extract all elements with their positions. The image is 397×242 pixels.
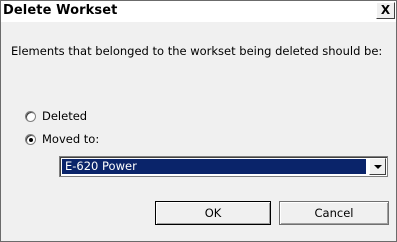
dialog-message: Elements that belonged to the workset be… <box>11 44 383 58</box>
radio-label-moved-to[interactable]: Moved to: <box>42 132 99 146</box>
workset-dropdown[interactable]: E-620 Power <box>59 156 388 177</box>
radio-button-deleted[interactable] <box>25 111 36 122</box>
workset-dropdown-value[interactable]: E-620 Power <box>62 159 366 174</box>
delete-workset-dialog: Delete Workset X Elements that belonged … <box>0 0 397 242</box>
close-icon: X <box>380 3 391 17</box>
close-button[interactable]: X <box>376 2 395 19</box>
radio-button-moved-to[interactable] <box>25 134 36 145</box>
chevron-down-icon[interactable] <box>369 158 386 175</box>
ok-button[interactable]: OK <box>155 201 271 225</box>
radio-label-deleted[interactable]: Deleted <box>42 109 87 123</box>
dialog-title: Delete Workset <box>3 3 118 18</box>
cancel-button[interactable]: Cancel <box>279 201 389 225</box>
title-bar: Delete Workset X <box>1 1 396 22</box>
